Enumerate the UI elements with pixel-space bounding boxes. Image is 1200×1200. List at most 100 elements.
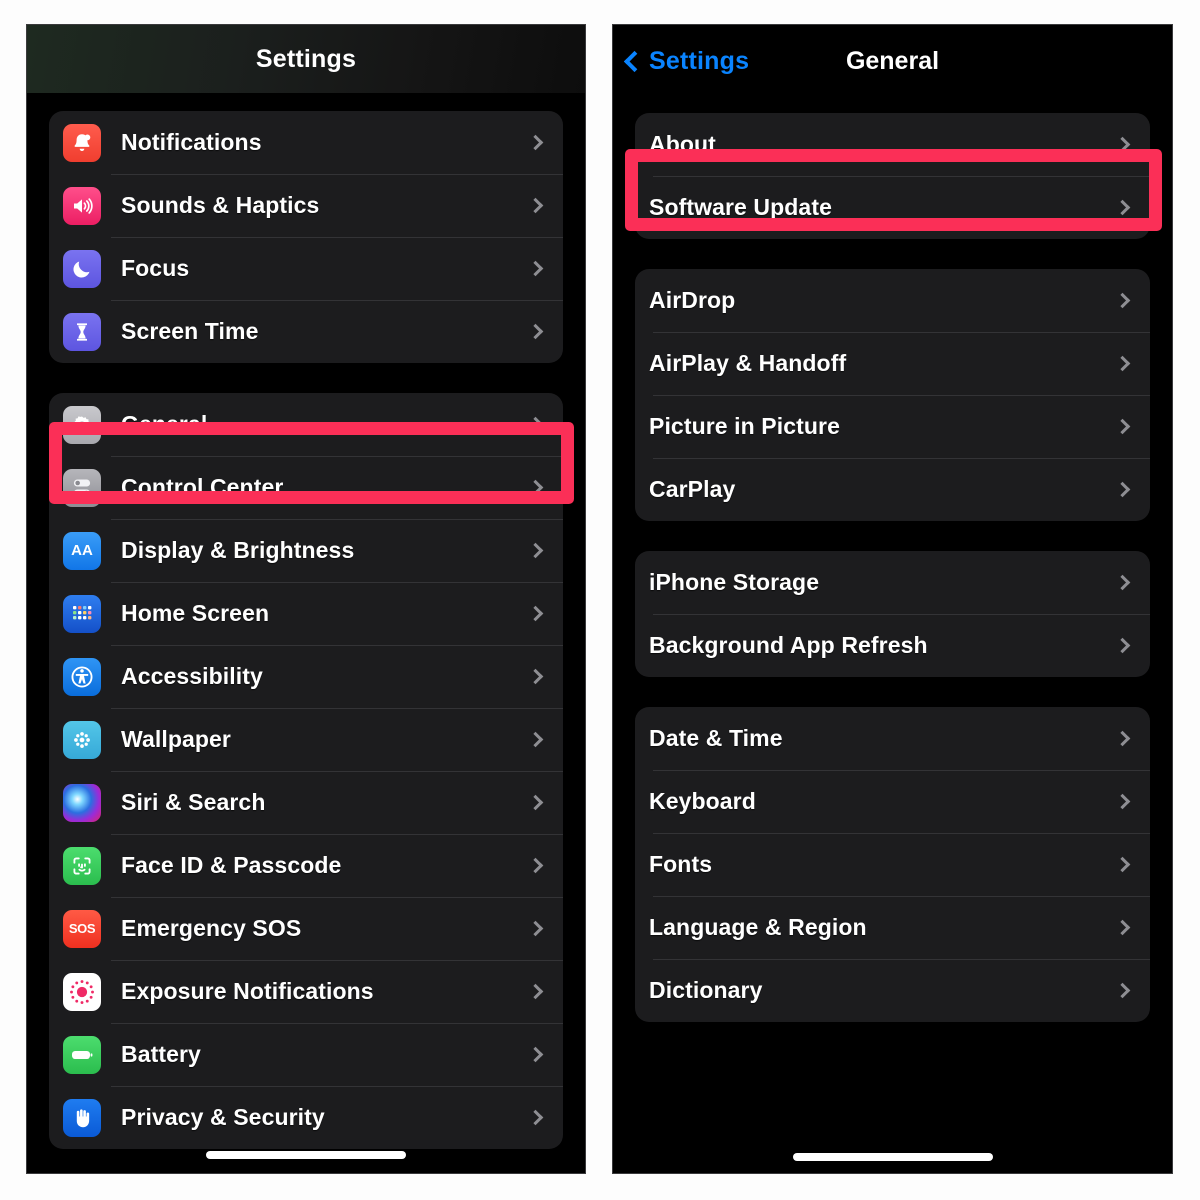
sidebar-item-label: Privacy & Security xyxy=(121,1104,325,1130)
chevron-right-icon xyxy=(527,668,544,685)
chevron-right-icon xyxy=(527,1109,544,1126)
general-screen-phone: Settings General About Software Update A xyxy=(612,24,1173,1174)
list-item-label: Language & Region xyxy=(649,914,867,940)
list-item-label: Fonts xyxy=(649,851,713,877)
chevron-right-icon xyxy=(1114,292,1131,309)
list-item-background-app-refresh[interactable]: Background App Refresh xyxy=(635,614,1150,677)
sidebar-item-screen-time[interactable]: Screen Time xyxy=(49,300,563,363)
sidebar-item-control-center[interactable]: Control Center xyxy=(49,456,563,519)
list-item-dictionary[interactable]: Dictionary xyxy=(635,959,1150,1022)
left-screen-body[interactable]: Notifications Sounds & Haptics Focus Scr… xyxy=(27,93,585,1149)
back-button-label: Settings xyxy=(649,46,750,75)
storage-group: iPhone Storage Background App Refresh xyxy=(635,551,1150,677)
exposure-notifications-icon xyxy=(63,972,101,1011)
chevron-right-icon xyxy=(527,479,544,496)
list-item-picture-in-picture[interactable]: Picture in Picture xyxy=(635,395,1150,458)
list-item-airdrop[interactable]: AirDrop xyxy=(635,269,1150,332)
list-item-iphone-storage[interactable]: iPhone Storage xyxy=(635,551,1150,614)
sidebar-item-exposure-notifications[interactable]: Exposure Notifications xyxy=(49,960,563,1023)
chevron-right-icon xyxy=(1114,355,1131,372)
list-item-label: Dictionary xyxy=(649,977,763,1003)
list-item-label: Picture in Picture xyxy=(649,413,840,439)
sidebar-item-focus[interactable]: Focus xyxy=(49,237,563,300)
screenshot-stage: Settings Notifications Sounds & Haptics … xyxy=(0,0,1200,1200)
chevron-right-icon xyxy=(527,920,544,937)
sidebar-item-label: Focus xyxy=(121,255,190,281)
aa-glyph: AA xyxy=(71,542,93,559)
list-item-fonts[interactable]: Fonts xyxy=(635,833,1150,896)
sidebar-item-label: Home Screen xyxy=(121,600,270,626)
right-screen-body[interactable]: About Software Update AirDrop AirPlay & … xyxy=(613,97,1172,1022)
list-item-carplay[interactable]: CarPlay xyxy=(635,458,1150,521)
battery-icon xyxy=(63,1035,101,1074)
home-screen-icon xyxy=(63,594,101,633)
list-item-airplay-handoff[interactable]: AirPlay & Handoff xyxy=(635,332,1150,395)
sidebar-item-sounds-haptics[interactable]: Sounds & Haptics xyxy=(49,174,563,237)
sidebar-item-wallpaper[interactable]: Wallpaper xyxy=(49,708,563,771)
sidebar-item-emergency-sos[interactable]: SOS Emergency SOS xyxy=(49,897,563,960)
home-indicator xyxy=(206,1151,406,1159)
list-item-label: CarPlay xyxy=(649,476,736,502)
list-item-keyboard[interactable]: Keyboard xyxy=(635,770,1150,833)
sidebar-item-label: Wallpaper xyxy=(121,726,231,752)
sidebar-item-home-screen[interactable]: Home Screen xyxy=(49,582,563,645)
list-item-label: AirDrop xyxy=(649,287,736,313)
sidebar-item-display-brightness[interactable]: AA Display & Brightness xyxy=(49,519,563,582)
sidebar-item-label: Accessibility xyxy=(121,663,263,689)
sidebar-item-label: Face ID & Passcode xyxy=(121,852,342,878)
sidebar-item-label: Emergency SOS xyxy=(121,915,302,941)
system-group: General Control Center AA Display & Brig… xyxy=(49,393,563,1149)
sidebar-item-general[interactable]: General xyxy=(49,393,563,456)
sidebar-item-label: Screen Time xyxy=(121,318,259,344)
home-indicator xyxy=(792,1153,993,1161)
chevron-right-icon xyxy=(1114,919,1131,936)
list-item-about[interactable]: About xyxy=(635,113,1150,176)
chevron-right-icon xyxy=(527,134,544,151)
sounds-haptics-icon xyxy=(63,186,101,225)
back-button[interactable]: Settings xyxy=(623,46,750,76)
chevron-right-icon xyxy=(527,416,544,433)
emergency-sos-icon: SOS xyxy=(63,909,101,948)
sidebar-item-label: General xyxy=(121,411,208,437)
chevron-right-icon xyxy=(527,857,544,874)
focus-icon xyxy=(63,249,101,288)
face-id-icon xyxy=(63,846,101,885)
chevron-right-icon xyxy=(1114,136,1131,153)
about-group: About Software Update xyxy=(635,113,1150,239)
sidebar-item-accessibility[interactable]: Accessibility xyxy=(49,645,563,708)
list-item-label: iPhone Storage xyxy=(649,569,820,595)
left-navigation-bar: Settings xyxy=(27,25,585,93)
chevron-right-icon xyxy=(1114,574,1131,591)
list-item-label: Keyboard xyxy=(649,788,756,814)
siri-search-icon xyxy=(63,783,101,822)
sidebar-item-notifications[interactable]: Notifications xyxy=(49,111,563,174)
chevron-right-icon xyxy=(527,260,544,277)
list-item-date-time[interactable]: Date & Time xyxy=(635,707,1150,770)
sidebar-item-battery[interactable]: Battery xyxy=(49,1023,563,1086)
chevron-right-icon xyxy=(1114,793,1131,810)
chevron-right-icon xyxy=(527,1046,544,1063)
screen-time-icon xyxy=(63,312,101,351)
privacy-security-icon xyxy=(63,1098,101,1137)
sharing-group: AirDrop AirPlay & Handoff Picture in Pic… xyxy=(635,269,1150,521)
list-item-label: Date & Time xyxy=(649,725,783,751)
sidebar-item-siri-search[interactable]: Siri & Search xyxy=(49,771,563,834)
sidebar-item-label: Control Center xyxy=(121,474,284,500)
locale-group: Date & Time Keyboard Fonts Language & Re… xyxy=(635,707,1150,1022)
list-item-language-region[interactable]: Language & Region xyxy=(635,896,1150,959)
chevron-right-icon xyxy=(1114,481,1131,498)
chevron-right-icon xyxy=(527,983,544,1000)
notifications-icon xyxy=(63,123,101,162)
sidebar-item-face-id-passcode[interactable]: Face ID & Passcode xyxy=(49,834,563,897)
settings-screen-phone: Settings Notifications Sounds & Haptics … xyxy=(26,24,586,1174)
list-item-software-update[interactable]: Software Update xyxy=(635,176,1150,239)
list-item-label: AirPlay & Handoff xyxy=(649,350,847,376)
sidebar-item-label: Battery xyxy=(121,1041,201,1067)
right-navigation-bar: Settings General xyxy=(613,25,1172,97)
sidebar-item-privacy-security[interactable]: Privacy & Security xyxy=(49,1086,563,1149)
list-item-label: Software Update xyxy=(649,194,832,220)
